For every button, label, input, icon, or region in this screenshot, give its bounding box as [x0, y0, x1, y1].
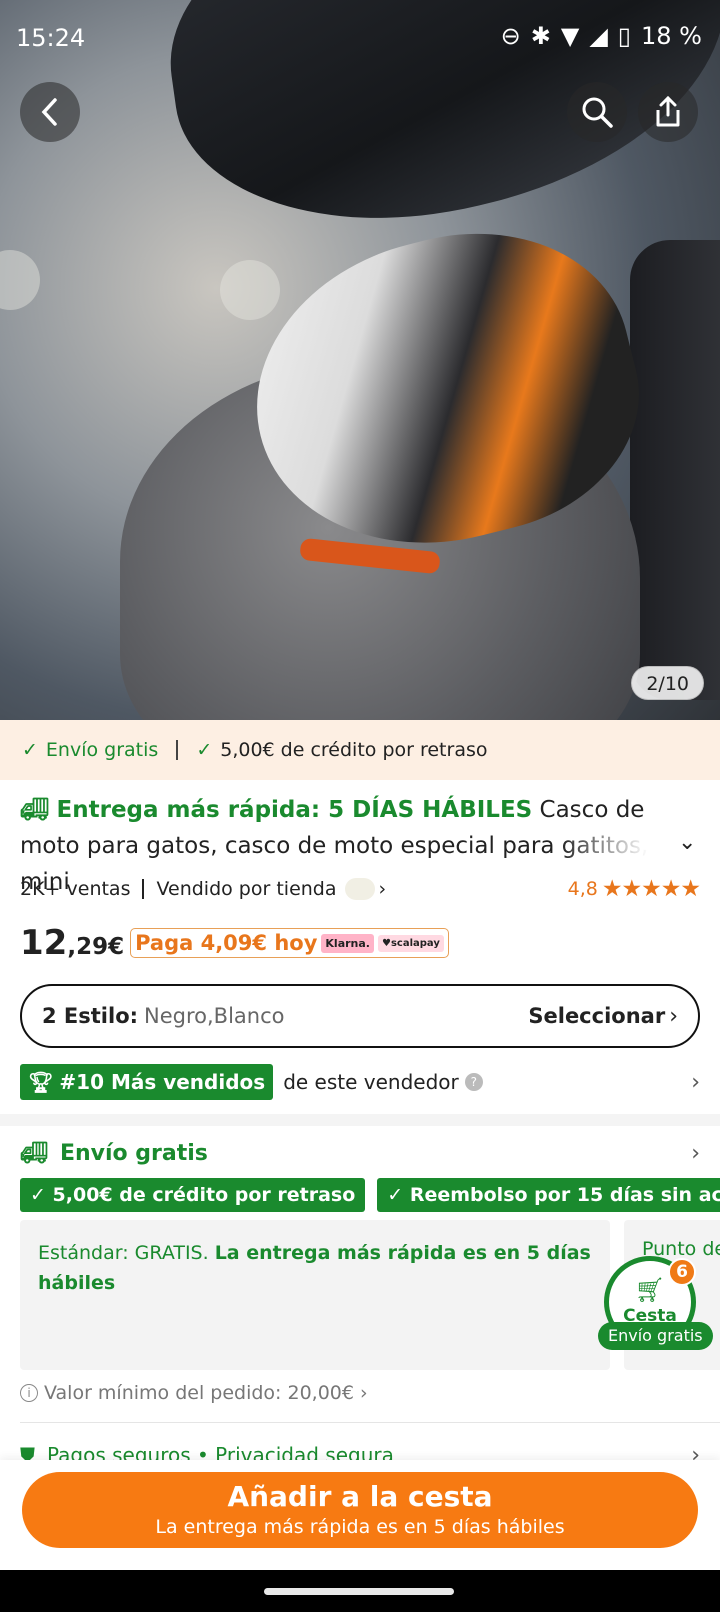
- standard-prefix: Estándar: GRATIS.: [38, 1242, 209, 1264]
- add-to-cart-sublabel: La entrega más rápida es en 5 días hábil…: [155, 1516, 565, 1538]
- battery-icon: ▯: [617, 22, 632, 50]
- price-integer: 12: [20, 923, 68, 963]
- free-shipping-badge: ✓ Envío gratis: [22, 739, 158, 761]
- divider: [20, 1422, 720, 1423]
- bestseller-text: de este vendedor: [283, 1070, 459, 1094]
- expand-title-chevron-icon[interactable]: ⌄: [678, 830, 696, 855]
- divider: [176, 740, 179, 760]
- price-row: 12 ,29€ Paga 4,09€ hoy Klarna. ♥scalapay: [20, 918, 449, 968]
- bokeh-light: [0, 250, 40, 310]
- min-order-row[interactable]: i Valor mínimo del pedido: 20,00€ ›: [20, 1378, 368, 1408]
- klarna-logo: Klarna.: [321, 933, 374, 953]
- style-label: 2 Estilo:: [42, 1004, 139, 1028]
- standard-shipping-card[interactable]: Estándar: GRATIS. La entrega más rápida …: [20, 1220, 610, 1370]
- back-button[interactable]: [20, 82, 80, 142]
- check-icon: ✓: [196, 739, 213, 761]
- truck-icon: 🚚︎: [20, 797, 50, 823]
- divider: [142, 879, 145, 899]
- star-icons: ★★★★★: [601, 876, 701, 902]
- sales-count: 2K+ ventas: [20, 878, 131, 900]
- chevron-right-icon: ›: [691, 1140, 700, 1166]
- bestseller-badge-text: #10 Más vendidos: [59, 1070, 266, 1094]
- sold-by-link[interactable]: Vendido por tienda ›: [156, 878, 386, 900]
- pay-today-text: Paga 4,09€ hoy: [135, 931, 318, 955]
- cart-icon: 🛒︎: [634, 1276, 666, 1304]
- home-gesture-pill[interactable]: [264, 1588, 454, 1595]
- delivery-highlight: Entrega más rápida: 5 DÍAS HÁBILES: [56, 797, 533, 823]
- wifi-icon: ▼: [560, 22, 580, 50]
- min-order-text: Valor mínimo del pedido: 20,00€: [44, 1382, 354, 1404]
- free-shipping-text: Envío gratis: [45, 739, 159, 761]
- credit-tag: ✓ 5,00€ de crédito por retraso: [20, 1178, 366, 1212]
- shipping-tags: ✓ 5,00€ de crédito por retraso ✓ Reembol…: [20, 1178, 720, 1212]
- status-icons: ⊖ ✱ ▼ ◢ ▯ 18 %: [501, 22, 702, 50]
- credit-badge: ✓ 5,00€ de crédito por retraso: [196, 739, 487, 761]
- system-nav-bar: [0, 1570, 720, 1612]
- search-icon: [582, 97, 613, 128]
- store-logo: [344, 878, 375, 900]
- bluetooth-icon: ✱: [530, 22, 551, 50]
- status-time: 15:24: [16, 24, 86, 52]
- rating[interactable]: 4,8 ★★★★★: [567, 876, 701, 902]
- truck-icon: 🚚︎: [20, 1140, 48, 1166]
- credit-text: 5,00€ de crédito por retraso: [220, 739, 488, 761]
- add-to-cart-button[interactable]: Añadir a la cesta La entrega más rápida …: [22, 1472, 698, 1548]
- battery-level: 18 %: [641, 22, 702, 50]
- section-divider: [0, 1114, 720, 1126]
- chevron-right-icon: ›: [359, 1382, 368, 1404]
- shipping-banner: ✓ Envío gratis ✓ 5,00€ de crédito por re…: [0, 720, 720, 780]
- installment-badge[interactable]: Paga 4,09€ hoy Klarna. ♥scalapay: [130, 928, 449, 958]
- style-value: Negro,Blanco: [144, 1004, 285, 1028]
- refund-tag: ✓ Reembolso por 15 días sin actualizació…: [377, 1178, 720, 1212]
- bottom-action-bar: Añadir a la cesta La entrega más rápida …: [0, 1460, 720, 1570]
- meta-row: 2K+ ventas Vendido por tienda › 4,8 ★★★★…: [20, 872, 701, 906]
- sold-by-text: Vendido por tienda: [156, 878, 337, 900]
- scalapay-logo: ♥scalapay: [377, 934, 444, 952]
- help-icon[interactable]: ?: [464, 1073, 483, 1091]
- cart-free-shipping-pill: Envío gratis: [598, 1322, 713, 1350]
- bokeh-light: [220, 260, 280, 320]
- chevron-left-icon: [41, 98, 57, 126]
- chevron-right-icon: ›: [669, 1003, 678, 1029]
- title-fade: [560, 828, 670, 864]
- price-decimal: ,29€: [67, 934, 125, 960]
- add-to-cart-label: Añadir a la cesta: [227, 1480, 493, 1513]
- style-selector[interactable]: 2 Estilo: Negro,Blanco Seleccionar ›: [20, 984, 700, 1048]
- bestseller-row[interactable]: 🏆︎ #10 Más vendidos de este vendedor ? ›: [20, 1064, 700, 1100]
- rider-arm: [630, 240, 720, 700]
- info-icon: i: [20, 1384, 38, 1402]
- image-counter: 2/10: [631, 666, 704, 700]
- share-icon: [656, 95, 680, 127]
- share-button[interactable]: [638, 82, 698, 142]
- chevron-right-icon: ›: [691, 1069, 700, 1095]
- trophy-icon: 🏆︎: [28, 1070, 54, 1094]
- rating-value: 4,8: [567, 878, 598, 900]
- signal-icon: ◢: [589, 22, 608, 50]
- bestseller-badge: 🏆︎ #10 Más vendidos: [20, 1064, 274, 1100]
- search-button[interactable]: [567, 82, 627, 142]
- select-action: Seleccionar: [528, 1004, 666, 1028]
- status-bar: 15:24 ⊖ ✱ ▼ ◢ ▯ 18 %: [0, 0, 720, 76]
- cart-count-badge: 6: [668, 1258, 696, 1286]
- check-icon: ✓: [22, 739, 38, 761]
- dnd-icon: ⊖: [500, 22, 521, 50]
- shipping-title: Envío gratis: [59, 1140, 208, 1166]
- shipping-section-header[interactable]: 🚚︎ Envío gratis ›: [20, 1136, 700, 1170]
- chevron-right-icon: ›: [378, 878, 387, 900]
